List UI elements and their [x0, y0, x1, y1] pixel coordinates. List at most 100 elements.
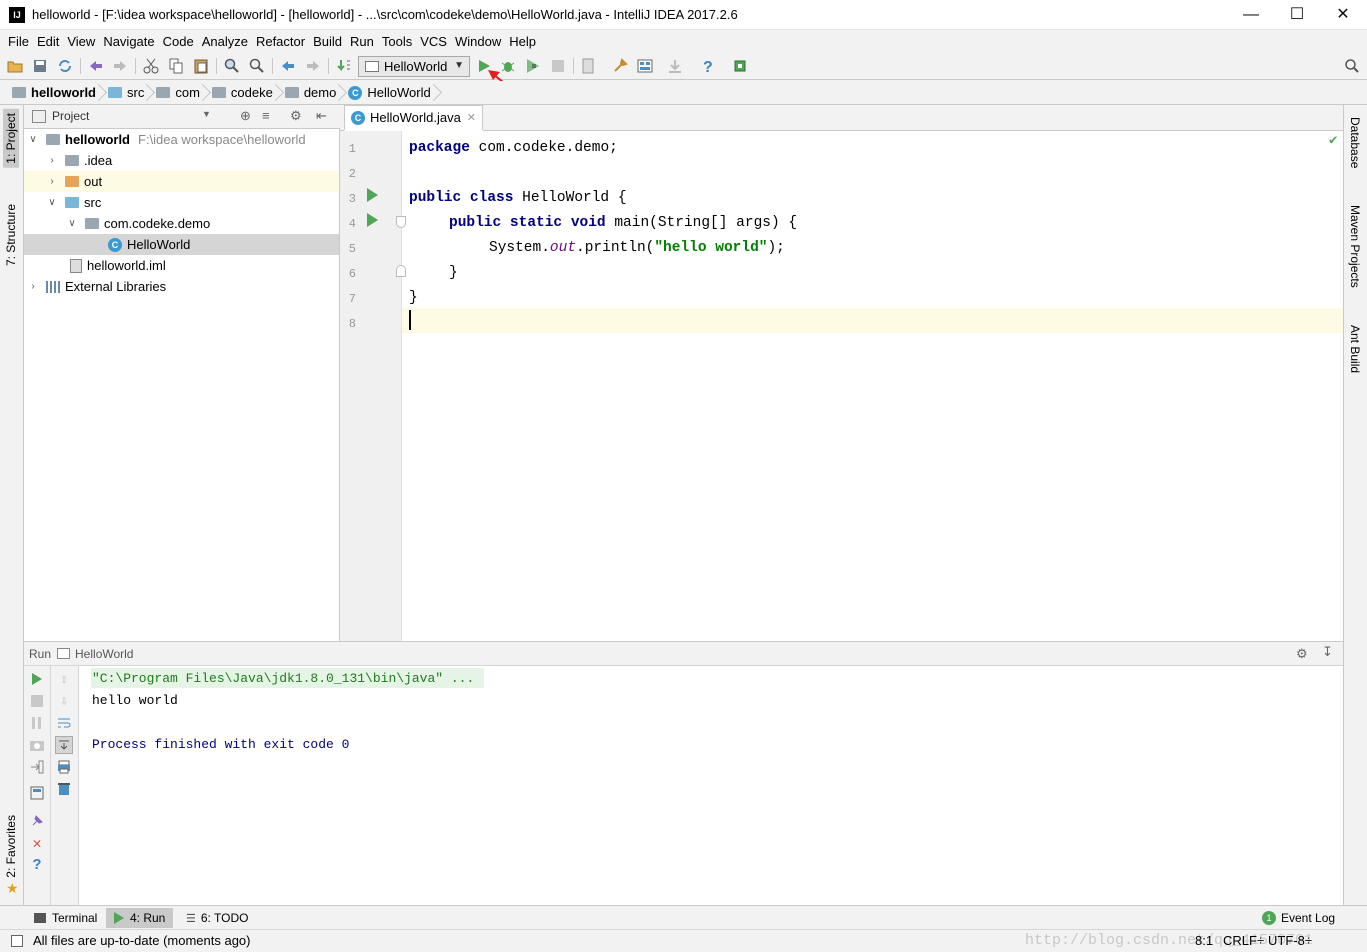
file-encoding[interactable]: UTF-8÷ [1268, 933, 1312, 948]
close-button[interactable]: ✕ [1320, 0, 1366, 30]
tool-tab-event-log[interactable]: 1 Event Log [1254, 908, 1343, 928]
menu-edit[interactable]: Edit [33, 34, 63, 49]
tree-item-helloworld[interactable]: ∨ helloworld F:\idea workspace\helloworl… [24, 129, 339, 150]
save-all-icon[interactable] [31, 57, 49, 75]
tool-tab-structure[interactable]: 7: Structure [3, 200, 19, 270]
help-icon[interactable]: ? [699, 57, 717, 75]
menu-refactor[interactable]: Refactor [252, 34, 309, 49]
breadcrumb-project[interactable]: helloworld [8, 82, 104, 104]
fold-marker-icon[interactable] [396, 216, 406, 228]
back-icon[interactable] [279, 57, 297, 75]
tree-item-src[interactable]: ∨ src [24, 192, 339, 213]
run-configuration-select[interactable]: HelloWorld ▼ [358, 56, 470, 77]
gear-icon[interactable]: ⚙ [290, 108, 302, 124]
code-editor[interactable]: 1 2 3 4 5 6 7 8 ✔ package com.codeke.dem… [340, 131, 1343, 641]
breadcrumb-demo[interactable]: demo [281, 82, 345, 104]
hide-panel-icon[interactable]: ↧ [1322, 644, 1333, 660]
chevron-down-icon[interactable]: ∨ [45, 197, 59, 208]
maximize-button[interactable]: ☐ [1274, 0, 1320, 30]
chevron-right-icon[interactable]: › [45, 176, 59, 187]
chevron-down-icon[interactable]: ∨ [26, 134, 40, 145]
breadcrumb-class[interactable]: C HelloWorld [344, 82, 438, 104]
tool-tab-ant[interactable]: Ant Build [1347, 321, 1363, 377]
update-icon[interactable] [666, 57, 684, 75]
rerun-icon[interactable] [29, 671, 45, 687]
chevron-right-icon[interactable]: › [45, 155, 59, 166]
hide-panel-icon[interactable]: ⇤ [316, 108, 327, 124]
menu-help[interactable]: Help [505, 34, 540, 49]
tool-tab-run[interactable]: 4: Run [106, 908, 174, 928]
soft-wrap-icon[interactable] [56, 715, 72, 731]
menu-run[interactable]: Run [346, 34, 378, 49]
find-icon[interactable] [223, 57, 241, 75]
cut-icon[interactable] [142, 57, 160, 75]
run-gutter-icon[interactable] [367, 213, 378, 227]
tree-item-external-libraries[interactable]: › External Libraries [24, 276, 339, 297]
menu-vcs[interactable]: VCS [416, 34, 451, 49]
chevron-down-icon[interactable]: ∨ [65, 218, 79, 229]
tool-tab-database[interactable]: Database [1347, 113, 1363, 172]
project-structure-icon[interactable] [580, 57, 598, 75]
line-separator[interactable]: CRLF÷ [1223, 933, 1264, 948]
replace-icon[interactable] [248, 57, 266, 75]
tree-item-helloworld-class[interactable]: C HelloWorld [24, 234, 339, 255]
pause-icon[interactable] [29, 715, 45, 731]
synchronize-icon[interactable] [56, 57, 74, 75]
locate-icon[interactable]: ⊕ [240, 108, 251, 124]
tool-tab-favorites[interactable]: 2: Favorites [3, 811, 19, 882]
open-folder-icon[interactable] [6, 57, 24, 75]
tool-tab-terminal[interactable]: Terminal [26, 908, 105, 928]
menu-build[interactable]: Build [309, 34, 346, 49]
breadcrumb-codeke[interactable]: codeke [208, 82, 281, 104]
project-view-dropdown-icon[interactable]: ▼ [202, 109, 211, 119]
menu-file[interactable]: File [4, 34, 33, 49]
run-gutter-icon[interactable] [367, 188, 378, 202]
caret-position[interactable]: 8:1 [1195, 933, 1213, 948]
tree-item-idea[interactable]: › .idea [24, 150, 339, 171]
forward-icon[interactable] [304, 57, 322, 75]
paste-icon[interactable] [192, 57, 210, 75]
fold-marker-icon[interactable] [396, 265, 406, 277]
gear-icon[interactable]: ⚙ [1296, 646, 1308, 662]
collapse-all-icon[interactable]: ≡ [262, 108, 270, 123]
tree-item-iml[interactable]: helloworld.iml [24, 255, 339, 276]
menu-code[interactable]: Code [159, 34, 198, 49]
breadcrumb-com[interactable]: com [152, 82, 208, 104]
tree-item-package[interactable]: ∨ com.codeke.demo [24, 213, 339, 234]
close-tab-icon[interactable]: ✕ [467, 111, 476, 124]
restore-layout-icon[interactable] [29, 785, 45, 801]
tool-tab-maven[interactable]: Maven Projects [1347, 201, 1363, 292]
menu-tools[interactable]: Tools [378, 34, 416, 49]
clear-all-icon[interactable] [56, 781, 72, 797]
tree-item-out[interactable]: › out [24, 171, 339, 192]
stop-icon[interactable] [29, 693, 45, 709]
help-icon[interactable]: ? [29, 857, 45, 874]
menu-analyze[interactable]: Analyze [198, 34, 252, 49]
settings-icon[interactable] [611, 57, 629, 75]
menu-navigate[interactable]: Navigate [99, 34, 158, 49]
minimize-button[interactable]: — [1228, 0, 1274, 30]
scroll-to-end-icon[interactable] [55, 736, 73, 754]
stop-icon[interactable] [549, 57, 567, 75]
exit-icon[interactable] [29, 759, 45, 775]
breadcrumb-src[interactable]: src [104, 82, 152, 104]
tool-tab-todo[interactable]: ☰ 6: TODO [178, 908, 256, 928]
chevron-right-icon[interactable]: › [26, 281, 40, 292]
sdk-manager-icon[interactable] [731, 57, 749, 75]
arrow-down-icon[interactable]: ⇩ [56, 693, 72, 709]
menu-window[interactable]: Window [451, 34, 505, 49]
tool-tab-project[interactable]: 1: Project [3, 109, 19, 168]
build-project-icon[interactable] [335, 57, 353, 75]
editor-tab-helloworld[interactable]: C HelloWorld.java ✕ [344, 105, 484, 131]
undo-icon[interactable] [87, 57, 105, 75]
menu-view[interactable]: View [63, 34, 99, 49]
dump-threads-icon[interactable] [29, 737, 45, 753]
print-icon[interactable] [56, 759, 72, 775]
search-everywhere-icon[interactable] [1343, 57, 1361, 75]
arrow-up-icon[interactable]: ⇧ [56, 671, 72, 687]
project-modules-icon[interactable] [636, 57, 654, 75]
redo-icon[interactable] [111, 57, 129, 75]
run-config-tab[interactable]: HelloWorld [75, 647, 133, 661]
toggle-tool-windows-icon[interactable] [11, 935, 23, 947]
copy-icon[interactable] [167, 57, 185, 75]
